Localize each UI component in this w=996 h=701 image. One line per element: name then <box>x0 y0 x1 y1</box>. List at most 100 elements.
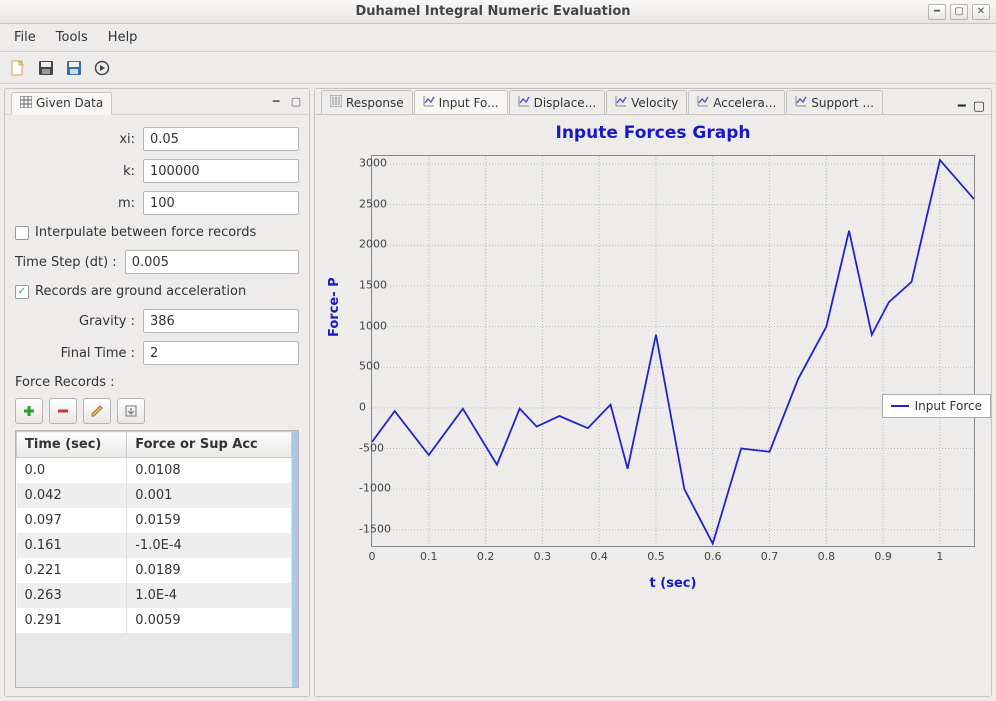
ground-accel-label: Records are ground acceleration <box>35 284 246 299</box>
chart-area: Inpute Forces Graph Force- P 00.10.20.30… <box>315 115 991 696</box>
edit-row-button[interactable] <box>83 398 111 424</box>
window-title: Duhamel Integral Numeric Evaluation <box>58 4 928 19</box>
gravity-label: Gravity : <box>15 314 143 329</box>
y-tick: 1000 <box>359 319 365 332</box>
tab-label: Support ... <box>811 96 874 110</box>
chart-title: Inpute Forces Graph <box>323 123 983 143</box>
m-input[interactable]: 100 <box>143 191 299 215</box>
table-cell[interactable]: -1.0E-4 <box>127 533 292 558</box>
dt-input[interactable]: 0.005 <box>125 250 299 274</box>
y-tick: 2000 <box>359 238 365 251</box>
k-input[interactable]: 100000 <box>143 159 299 183</box>
tab-displace[interactable]: Displace... <box>509 90 606 114</box>
add-row-button[interactable] <box>15 398 43 424</box>
run-icon[interactable] <box>90 56 114 80</box>
tab-label: Response <box>346 96 404 110</box>
right-panel: Response Input Fo... Displace... Velocity Ac… <box>314 88 992 697</box>
gravity-input[interactable]: 386 <box>143 309 299 333</box>
minimize-button[interactable]: ━ <box>928 4 946 20</box>
y-tick: -1000 <box>359 482 365 495</box>
plot-area[interactable]: 00.10.20.30.40.50.60.70.80.91 <box>371 155 975 547</box>
table-cell[interactable]: 0.0189 <box>127 558 292 583</box>
table-row[interactable]: 0.161-1.0E-4 <box>17 533 292 558</box>
table-row[interactable]: 0.2210.0189 <box>17 558 292 583</box>
tab-inputfo[interactable]: Input Fo... <box>414 90 508 114</box>
x-tick: 0.3 <box>534 546 552 563</box>
table-row[interactable]: 0.0420.001 <box>17 483 292 508</box>
x-tick: 0.2 <box>477 546 495 563</box>
panel-tab-given-data[interactable]: Given Data <box>11 92 112 115</box>
panel-title-label: Given Data <box>36 96 103 110</box>
table-icon <box>20 96 32 111</box>
ground-accel-checkbox[interactable]: ✓ <box>15 285 29 299</box>
interpolate-checkbox[interactable] <box>15 226 29 240</box>
toolbar <box>0 52 996 84</box>
import-button[interactable] <box>117 398 145 424</box>
chart-icon <box>518 95 530 110</box>
y-tick: -500 <box>359 441 365 454</box>
tab-label: Input Fo... <box>439 96 499 110</box>
final-time-input[interactable]: 2 <box>143 341 299 365</box>
table-cell[interactable]: 0.0059 <box>127 608 292 633</box>
x-tick: 0.6 <box>704 546 722 563</box>
tab-label: Accelera... <box>713 96 776 110</box>
tab-accelera[interactable]: Accelera... <box>688 90 785 114</box>
tab-response[interactable]: Response <box>321 90 413 114</box>
panel-minimize-icon[interactable]: ━ <box>269 95 283 109</box>
chart-icon <box>615 95 627 110</box>
x-tick: 0.9 <box>874 546 892 563</box>
close-button[interactable]: ✕ <box>972 4 990 20</box>
final-time-label: Final Time : <box>15 346 143 361</box>
table-cell[interactable]: 0.097 <box>17 508 127 533</box>
x-tick: 0 <box>369 546 376 563</box>
panel-maximize-icon[interactable]: ▢ <box>973 99 985 114</box>
tab-label: Velocity <box>631 96 678 110</box>
table-cell[interactable]: 0.0159 <box>127 508 292 533</box>
table-cell[interactable]: 0.221 <box>17 558 127 583</box>
table-cell[interactable]: 1.0E-4 <box>127 583 292 608</box>
menu-tools[interactable]: Tools <box>48 26 96 49</box>
tab-velocity[interactable]: Velocity <box>606 90 687 114</box>
x-tick: 0.4 <box>590 546 608 563</box>
new-file-icon[interactable] <box>6 56 30 80</box>
menu-file[interactable]: File <box>6 26 44 49</box>
y-tick: 500 <box>359 360 365 373</box>
panel-minimize-icon[interactable]: ━ <box>958 99 966 114</box>
tab-support[interactable]: Support ... <box>786 90 883 114</box>
table-header-force[interactable]: Force or Sup Acc <box>127 432 292 458</box>
save-icon[interactable] <box>34 56 58 80</box>
xi-input[interactable]: 0.05 <box>143 127 299 151</box>
table-row[interactable]: 0.00.0108 <box>17 458 292 484</box>
k-label: k: <box>15 164 143 179</box>
left-panel: Given Data ━ ▢ xi: 0.05 k: 100000 m: 100… <box>4 88 310 697</box>
menubar: File Tools Help <box>0 24 996 52</box>
x-tick: 0.7 <box>761 546 779 563</box>
table-row[interactable]: 0.0970.0159 <box>17 508 292 533</box>
table-cell[interactable]: 0.0 <box>17 458 127 484</box>
x-tick: 1 <box>936 546 943 563</box>
table-row[interactable]: 0.2910.0059 <box>17 608 292 633</box>
save-as-icon[interactable] <box>62 56 86 80</box>
xi-label: xi: <box>15 132 143 147</box>
y-tick: 0 <box>359 400 365 413</box>
table-cell[interactable]: 0.291 <box>17 608 127 633</box>
table-header-time[interactable]: Time (sec) <box>17 432 127 458</box>
interpolate-label: Interpulate between force records <box>35 225 256 240</box>
dt-label: Time Step (dt) : <box>15 255 125 270</box>
force-records-table[interactable]: Time (sec) Force or Sup Acc 0.00.01080.0… <box>15 430 299 688</box>
panel-maximize-icon[interactable]: ▢ <box>289 95 303 109</box>
maximize-button[interactable]: ▢ <box>950 4 968 20</box>
table-cell[interactable]: 0.0108 <box>127 458 292 484</box>
tabs: Response Input Fo... Displace... Velocity Ac… <box>315 89 991 115</box>
tab-label: Displace... <box>534 96 597 110</box>
table-cell[interactable]: 0.001 <box>127 483 292 508</box>
chart-icon <box>423 95 435 110</box>
chart-legend: Input Force <box>882 394 991 418</box>
table-cell[interactable]: 0.042 <box>17 483 127 508</box>
table-cell[interactable]: 0.263 <box>17 583 127 608</box>
table-row[interactable]: 0.2631.0E-4 <box>17 583 292 608</box>
remove-row-button[interactable] <box>49 398 77 424</box>
menu-help[interactable]: Help <box>100 26 146 49</box>
legend-label: Input Force <box>915 399 982 413</box>
table-cell[interactable]: 0.161 <box>17 533 127 558</box>
